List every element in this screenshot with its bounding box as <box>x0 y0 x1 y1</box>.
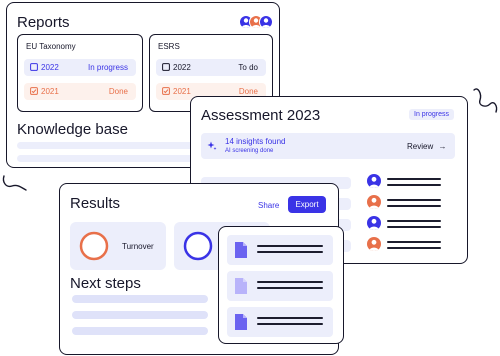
document-name-line <box>257 323 323 325</box>
document-name-line <box>257 281 323 283</box>
report-row-2021[interactable]: 2021 Done <box>24 83 136 100</box>
status-badge: To do <box>238 63 258 72</box>
next-step-item[interactable] <box>72 327 208 335</box>
insights-panel[interactable]: 14 insights found AI screening done Revi… <box>201 133 455 159</box>
result-tile-turnover[interactable]: Turnover <box>70 222 166 270</box>
document-item[interactable] <box>227 271 333 301</box>
square-outline-icon <box>162 63 170 71</box>
arrow-right-icon: → <box>438 142 447 151</box>
avatar <box>367 174 381 188</box>
report-row-2022[interactable]: 2022 In progress <box>24 59 136 76</box>
report-card-title: EU Taxonomy <box>26 42 76 51</box>
document-icon <box>235 278 247 294</box>
assignee-name-line <box>387 247 441 249</box>
assessment-title: Assessment 2023 <box>201 107 321 124</box>
avatar <box>259 15 273 29</box>
document-icon <box>235 314 247 330</box>
assignee-name-line <box>387 226 441 228</box>
avatar <box>367 195 381 209</box>
insights-subtitle: AI screening done <box>225 148 274 154</box>
assignee-name-line <box>387 241 441 243</box>
review-button[interactable]: Review → <box>407 142 446 151</box>
document-name-line <box>257 251 323 253</box>
review-label: Review <box>407 142 434 151</box>
next-step-item[interactable] <box>72 311 208 319</box>
next-steps-title: Next steps <box>70 275 141 292</box>
document-item[interactable] <box>227 307 333 337</box>
assignee-name-line <box>387 205 441 207</box>
avatar <box>367 216 381 230</box>
export-button[interactable]: Export <box>288 196 326 213</box>
document-name-line <box>257 287 323 289</box>
ring-chart-icon <box>183 231 213 261</box>
insights-title: 14 insights found <box>225 137 286 146</box>
squiggle-right-decoration <box>473 88 498 113</box>
ring-chart-icon <box>79 231 109 261</box>
assignee-name-line <box>387 178 441 180</box>
squiggle-left-decoration <box>2 175 27 191</box>
assignee-name-line <box>387 184 441 186</box>
document-item[interactable] <box>227 235 333 265</box>
square-outline-icon <box>30 63 38 71</box>
document-name-line <box>257 245 323 247</box>
assignee-name-line <box>387 199 441 201</box>
report-card-title: ESRS <box>158 42 180 51</box>
status-badge: Done <box>108 87 128 96</box>
next-step-item[interactable] <box>72 295 208 303</box>
report-row-year: 2021 <box>173 87 191 96</box>
checked-box-icon <box>162 87 170 95</box>
knowledge-base-title: Knowledge base <box>17 121 128 138</box>
share-button[interactable]: Share <box>258 201 279 210</box>
report-row-2022[interactable]: 2022 To do <box>156 59 266 76</box>
checked-box-icon <box>30 87 38 95</box>
sparkle-icon <box>207 141 217 150</box>
tile-label: Turnover <box>122 242 154 251</box>
results-title: Results <box>70 195 121 212</box>
avatar-group <box>239 15 279 31</box>
report-row-year: 2022 <box>173 63 191 72</box>
status-badge: Done <box>238 87 258 96</box>
assignee-name-line <box>387 220 441 222</box>
avatar <box>367 237 381 251</box>
report-row-year: 2021 <box>41 87 59 96</box>
documents-panel <box>218 226 344 344</box>
reports-title: Reports <box>17 14 70 31</box>
document-icon <box>235 242 247 258</box>
document-name-line <box>257 317 323 319</box>
report-row-year: 2022 <box>41 63 59 72</box>
report-card-eu-taxonomy[interactable]: EU Taxonomy 2022 In progress 2021 Done <box>17 34 143 112</box>
status-badge: In progress <box>409 109 455 120</box>
status-badge: In progress <box>87 63 128 72</box>
